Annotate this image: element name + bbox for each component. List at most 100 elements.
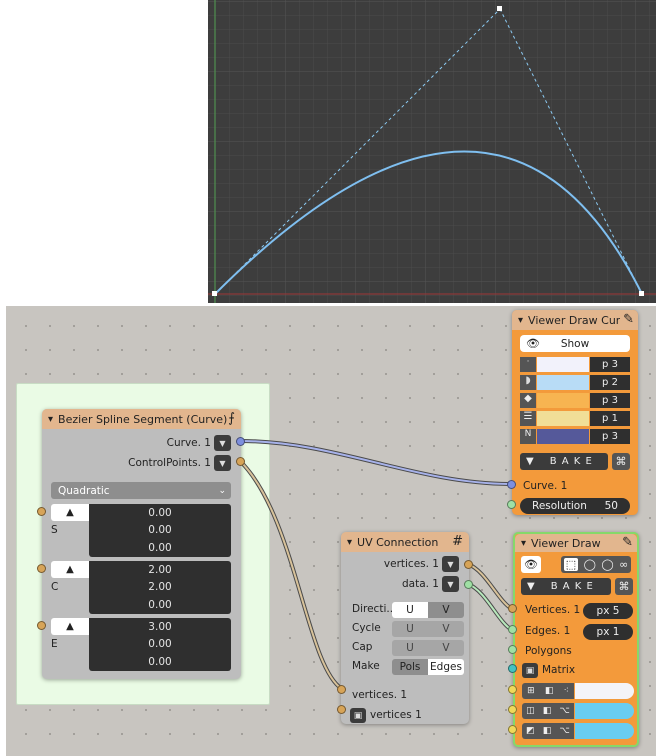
shade-icon[interactable]: ◧ bbox=[543, 726, 552, 736]
value-field[interactable]: 0.00 bbox=[89, 635, 231, 653]
node-header[interactable]: ▾ Bezier Spline Segment (Curve) ⨍ bbox=[42, 409, 241, 429]
edge-shading-icons[interactable]: ◫ ◧ ⌥ bbox=[522, 703, 574, 719]
node-tree-icon[interactable]: ⌥ bbox=[560, 706, 570, 716]
bezier-spline-node[interactable]: ▾ Bezier Spline Segment (Curve) ⨍ Curve.… bbox=[42, 409, 241, 679]
face-color-swatch[interactable] bbox=[575, 723, 634, 739]
viewer-draw-curve-node[interactable]: ▾ Viewer Draw Curv ✎ 👁 Show · p 3 ◗ p 2 … bbox=[512, 310, 638, 515]
edges-size-field[interactable]: px 1 bbox=[583, 624, 633, 640]
matrix-mode-icon[interactable]: ▣ bbox=[522, 663, 538, 678]
shade-icon[interactable]: ◧ bbox=[543, 706, 552, 716]
value-field[interactable]: 0.00 bbox=[89, 504, 231, 521]
scatter-icon[interactable]: ⁖ bbox=[564, 686, 569, 696]
output-menu-button[interactable]: ▼ bbox=[214, 455, 231, 471]
collapse-chevron-icon[interactable]: ▾ bbox=[48, 414, 53, 425]
cycle-v-button[interactable]: V bbox=[428, 621, 464, 637]
output-menu-button[interactable]: ▼ bbox=[214, 435, 231, 451]
make-edges-button[interactable]: Edges bbox=[428, 659, 464, 675]
edge-grid-icon[interactable]: ◫ bbox=[526, 706, 535, 716]
expand-toggle-button[interactable]: ▲ bbox=[51, 504, 89, 521]
value-field[interactable]: 0.00 bbox=[89, 539, 231, 557]
input-socket-resolution[interactable] bbox=[507, 500, 516, 509]
vertices-size-field[interactable]: px 5 bbox=[583, 603, 633, 619]
vertex-shading-icons[interactable]: ⊞ ◧ ⁖ bbox=[522, 683, 574, 699]
color-swatch-vertices[interactable] bbox=[537, 357, 589, 372]
expand-toggle-button[interactable]: ▲ bbox=[51, 561, 89, 578]
vertex-color-swatch[interactable] bbox=[575, 683, 634, 699]
input-socket-vertices-2[interactable] bbox=[337, 705, 346, 714]
input-socket-edge-color[interactable] bbox=[508, 705, 517, 714]
size-field[interactable]: p 3 bbox=[590, 357, 630, 372]
bake-button[interactable]: ▼ B A K E bbox=[521, 578, 611, 595]
color-swatch-normals[interactable] bbox=[537, 429, 589, 444]
mode-select[interactable]: Quadratic ⌄ bbox=[51, 482, 231, 499]
value-field[interactable]: 0.00 bbox=[89, 653, 231, 671]
input-socket-s[interactable] bbox=[37, 507, 46, 516]
collapse-chevron-icon[interactable]: ▾ bbox=[521, 538, 526, 549]
3d-viewport[interactable] bbox=[208, 0, 656, 303]
input-socket-e[interactable] bbox=[37, 621, 46, 630]
value-field[interactable]: 2.00 bbox=[89, 561, 231, 578]
output-socket-vertices[interactable] bbox=[464, 560, 473, 569]
show-toggle[interactable]: 👁 Show bbox=[520, 335, 630, 352]
input-socket-vertices[interactable] bbox=[337, 685, 346, 694]
cap-v-button[interactable]: V bbox=[428, 640, 464, 656]
node-header[interactable]: ▾ Viewer Draw ✎ bbox=[515, 534, 637, 552]
size-field[interactable]: p 3 bbox=[590, 429, 630, 444]
bake-extra-icon[interactable]: ⌘ bbox=[615, 578, 633, 595]
viewer-draw-node[interactable]: ▾ Viewer Draw ✎ 👁 ⬚ ◯ ◯ ∞ ▼ B A K E ⌘ Ve… bbox=[513, 532, 639, 747]
face-square-icon[interactable]: ◩ bbox=[526, 726, 535, 736]
value-field[interactable]: 2.00 bbox=[89, 578, 231, 596]
bake-button[interactable]: ▼ B A K E bbox=[520, 453, 608, 470]
output-socket-controlpoints[interactable] bbox=[236, 457, 245, 466]
face-shading-icons[interactable]: ◩ ◧ ⌥ bbox=[522, 723, 574, 739]
direction-u-button[interactable]: U bbox=[392, 602, 428, 618]
bake-icon: ▼ bbox=[526, 456, 534, 467]
circle-icon[interactable]: ◯ bbox=[601, 558, 613, 571]
color-swatch-control[interactable] bbox=[537, 393, 589, 408]
output-menu-button[interactable]: ▼ bbox=[442, 576, 459, 592]
cube-icon[interactable]: ⬚ bbox=[563, 558, 579, 571]
eye-toggle-icon[interactable]: 👁 bbox=[521, 556, 541, 573]
link-icon[interactable]: ∞ bbox=[619, 558, 628, 571]
color-swatch-curve[interactable] bbox=[537, 375, 589, 390]
node-header[interactable]: ▾ Viewer Draw Curv ✎ bbox=[512, 310, 638, 330]
direction-v-button[interactable]: V bbox=[428, 602, 464, 618]
expand-toggle-button[interactable]: ▲ bbox=[51, 618, 89, 635]
input-socket-vertices[interactable] bbox=[508, 604, 517, 613]
resolution-field[interactable]: Resolution 50 bbox=[520, 498, 630, 514]
input-socket-edges[interactable] bbox=[508, 625, 517, 634]
cycle-u-button[interactable]: U bbox=[392, 621, 428, 637]
input-socket-c[interactable] bbox=[37, 564, 46, 573]
size-field[interactable]: p 1 bbox=[590, 411, 630, 426]
size-field[interactable]: p 2 bbox=[590, 375, 630, 390]
output-menu-button[interactable]: ▼ bbox=[442, 556, 459, 572]
input-socket-face-color[interactable] bbox=[508, 725, 517, 734]
bake-extra-icon[interactable]: ⌘ bbox=[612, 453, 630, 470]
output-socket-data[interactable] bbox=[464, 580, 473, 589]
value-field[interactable]: 3.00 bbox=[89, 618, 231, 635]
vertex-grid-icon[interactable]: ⊞ bbox=[527, 686, 535, 696]
make-pols-button[interactable]: Pols bbox=[392, 659, 428, 675]
collapse-chevron-icon[interactable]: ▾ bbox=[347, 537, 352, 548]
edge-color-swatch[interactable] bbox=[575, 703, 634, 719]
input-socket-matrix[interactable] bbox=[508, 664, 517, 673]
color-swatch-lines[interactable] bbox=[537, 411, 589, 426]
input-socket-vertex-color[interactable] bbox=[508, 685, 517, 694]
vertices-mode-icon[interactable]: ▣ bbox=[350, 708, 366, 723]
value-field[interactable]: 0.00 bbox=[89, 521, 231, 539]
output-socket-curve[interactable] bbox=[236, 437, 245, 446]
node-tree-icon[interactable]: ⌥ bbox=[560, 726, 570, 736]
uv-connection-node[interactable]: ▾ UV Connection # vertices. 1 ▼ data. 1 … bbox=[341, 532, 469, 724]
input-socket-polygons[interactable] bbox=[508, 645, 517, 654]
shade-icon[interactable]: ◧ bbox=[545, 686, 554, 696]
collapse-chevron-icon[interactable]: ▾ bbox=[518, 315, 523, 326]
input-socket-curve[interactable] bbox=[507, 480, 516, 489]
value-field[interactable]: 0.00 bbox=[89, 596, 231, 614]
display-mode-icons[interactable]: ⬚ ◯ ◯ ∞ bbox=[561, 556, 631, 573]
node-header[interactable]: ▾ UV Connection # bbox=[341, 532, 469, 552]
size-field[interactable]: p 3 bbox=[590, 393, 630, 408]
node-editor[interactable]: ▾ Bezier Spline Segment (Curve) ⨍ Curve.… bbox=[6, 306, 656, 756]
sphere-icon[interactable]: ◯ bbox=[584, 558, 596, 571]
vector-group-e: ▲ 3.00 E 0.00 0.00 bbox=[51, 618, 231, 671]
cap-u-button[interactable]: U bbox=[392, 640, 428, 656]
